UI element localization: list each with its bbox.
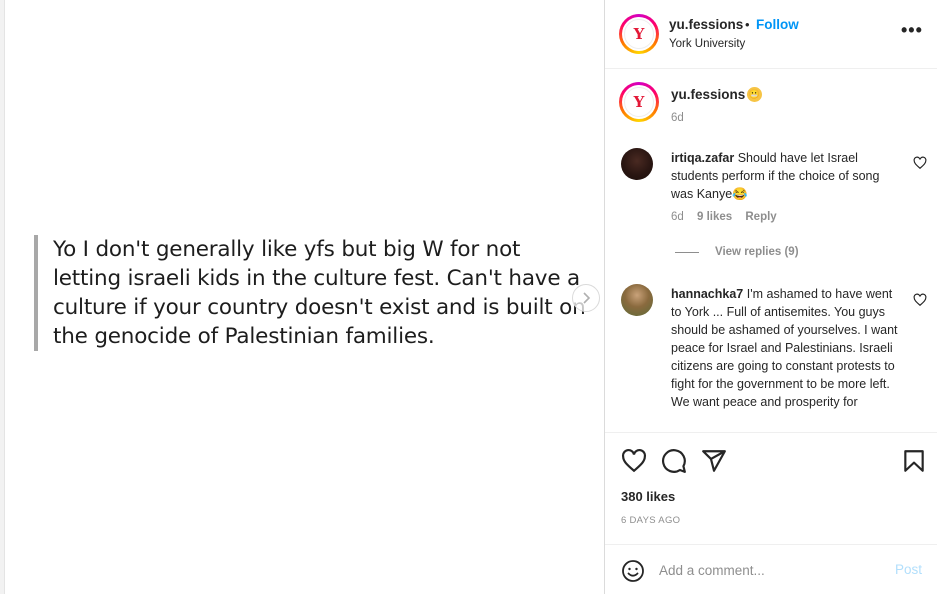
replies-divider [675,251,699,253]
header-location[interactable]: York University [669,38,745,50]
comment-likes[interactable]: 9 likes [697,211,732,223]
comment-time[interactable]: 6d [671,211,684,223]
reply-button[interactable]: Reply [745,211,776,223]
avatar[interactable]: Y [619,14,659,54]
header-username[interactable]: yu.fessions [669,17,743,32]
comment-meta: 6d 9 likes Reply [671,211,787,223]
comment-avatar[interactable] [621,148,653,180]
like-comment-heart-icon[interactable] [913,156,927,170]
comment-item: hannachka7 I'm ashamed to have went to Y… [671,285,899,411]
grimace-emoji-icon: 😬 [747,87,762,102]
bookmark-icon[interactable] [901,448,927,474]
next-slide-button[interactable] [572,284,600,312]
add-comment-bar: Post [605,544,937,594]
comment-item: irtiqa.zafar Should have let Israel stud… [671,149,899,203]
quote-text: Yo I don't generally like yfs but big W … [53,237,586,349]
post-actions: 380 likes 6 DAYS AGO [605,432,937,544]
header-separator: • [745,17,750,32]
post-time[interactable]: 6 DAYS AGO [621,515,680,526]
caption-avatar[interactable]: Y [619,82,659,122]
post-header: Y yu.fessions • Follow York University •… [605,0,937,69]
comment-username[interactable]: hannachka7 [671,287,743,301]
follow-button[interactable]: Follow [756,17,799,32]
post-button[interactable]: Post [895,562,922,577]
more-options-button[interactable]: ••• [901,20,923,41]
comment-avatar[interactable] [621,284,653,316]
post-side-panel: Y yu.fessions • Follow York University •… [604,0,937,594]
comment-icon[interactable] [661,448,687,474]
view-replies-button[interactable]: View replies (9) [675,246,799,258]
comment-input[interactable] [659,559,879,581]
caption-username[interactable]: yu.fessions [671,87,745,102]
left-edge-divider [0,0,5,594]
view-replies-label: View replies (9) [715,246,799,258]
like-comment-heart-icon[interactable] [913,293,927,307]
caption-time[interactable]: 6d [671,112,684,124]
york-logo-icon: Y [624,87,654,117]
post-media: Yo I don't generally like yfs but big W … [6,0,604,594]
quote-block: Yo I don't generally like yfs but big W … [34,235,590,351]
chevron-right-icon [583,292,591,304]
comment-text: I'm ashamed to have went to York ... Ful… [671,287,898,409]
comments-list[interactable]: Y yu.fessions 😬 6d irtiqa.zafar Should h… [605,70,937,432]
likes-count[interactable]: 380 likes [621,489,675,504]
comment-username[interactable]: irtiqa.zafar [671,151,734,165]
emoji-picker-icon[interactable] [621,559,645,583]
share-icon[interactable] [701,448,727,474]
heart-icon[interactable] [621,448,647,474]
york-logo-icon: Y [624,19,654,49]
